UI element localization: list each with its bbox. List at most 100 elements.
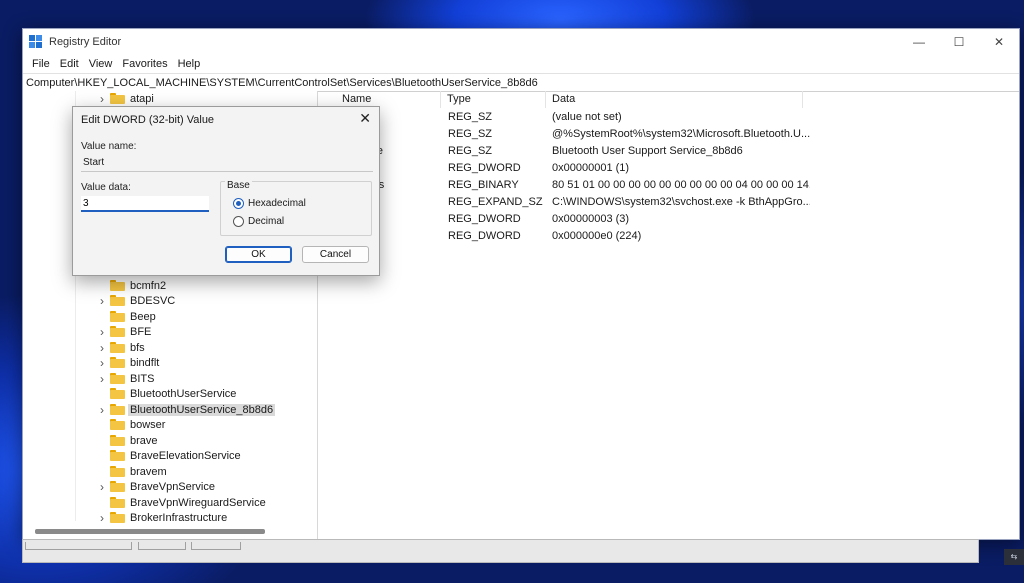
tree-node[interactable]: bowser [23,417,167,432]
ok-button[interactable]: OK [225,246,292,263]
menu-file[interactable]: File [27,58,55,70]
folder-icon [110,450,125,461]
chevron-right-icon[interactable]: › [97,294,107,308]
title-bar[interactable]: Registry Editor — ☐ ✕ [23,29,1019,55]
value-data-label: Value data: [81,182,131,193]
status-segment [25,542,132,550]
value-data-cell: 0x00000003 (3) [552,212,630,225]
tree-node-label: bravem [130,465,167,478]
folder-icon [110,93,125,104]
registry-editor-icon [29,35,43,49]
tree-node[interactable]: Beep [23,309,158,324]
chevron-right-icon[interactable]: › [97,372,107,386]
tree-node[interactable]: › BITS [23,371,156,386]
hexadecimal-radio[interactable]: Hexadecimal [233,198,306,209]
hexadecimal-label: Hexadecimal [248,198,306,209]
tree-node[interactable]: bcmfn2 [23,278,168,293]
tree-node-label: BITS [130,372,155,385]
minimize-button[interactable]: — [899,29,939,55]
chevron-right-icon[interactable]: › [97,92,107,106]
column-type-header[interactable]: Type [441,91,546,108]
chevron-right-icon[interactable]: › [97,403,107,417]
tree-node[interactable]: bravem [23,464,169,479]
maximize-button[interactable]: ☐ [939,29,979,55]
value-data-cell: 80 51 01 00 00 00 00 00 00 00 00 00 04 0… [552,178,810,191]
value-row[interactable]: ayNameREG_SZBluetooth User Support Servi… [336,142,1019,159]
chevron-right-icon[interactable]: › [97,511,107,525]
column-data-header[interactable]: Data [546,91,803,108]
address-bar[interactable]: Computer\HKEY_LOCAL_MACHINE\SYSTEM\Curre… [23,73,1019,92]
value-type-cell: REG_SZ [448,127,493,140]
values-list-pane[interactable]: Name Type Data ult)REG_SZ(value not set)… [336,91,1019,539]
menu-help[interactable]: Help [173,58,206,70]
value-name-label: Value name: [81,141,137,152]
value-data-cell: @%SystemRoot%\system32\Microsoft.Bluetoo… [552,127,810,140]
tree-node[interactable]: BraveVpnWireguardService [23,495,268,510]
radio-selected-icon [233,198,244,209]
value-data-cell: 0x000000e0 (224) [552,229,642,242]
value-row[interactable]: REG_DWORD 0x00000003 (3) [336,210,1019,227]
value-row[interactable]: ult)REG_SZ(value not set) [336,108,1019,125]
tree-node-label: BFE [130,325,152,338]
folder-icon [110,326,125,337]
folder-icon [110,435,125,446]
folder-icon [110,512,125,523]
status-bar [22,539,979,563]
status-segment [138,542,186,550]
tree-node[interactable]: › BrokerInfrastructure [23,510,229,525]
folder-icon [110,466,125,477]
value-row[interactable]: ePathREG_EXPAND_SZC:\WINDOWS\system32\sv… [336,193,1019,210]
chevron-right-icon[interactable]: › [97,356,107,370]
folder-icon [110,497,125,508]
status-segment [191,542,241,550]
taskbar-corner-icon[interactable]: ⇆ [1004,549,1024,565]
chevron-right-icon[interactable]: › [97,325,107,339]
menu-favorites[interactable]: Favorites [117,58,172,70]
value-row[interactable]: riptionREG_SZ@%SystemRoot%\system32\Micr… [336,125,1019,142]
tree-horizontal-scrollbar[interactable] [35,529,265,534]
cancel-button[interactable]: Cancel [302,246,369,263]
value-row[interactable]: ControlREG_DWORD0x00000001 (1) [336,159,1019,176]
list-header: Name Type Data [336,91,1019,108]
tree-node-label: bcmfn2 [130,279,167,292]
value-data-cell: C:\WINDOWS\system32\svchost.exe -k BthAp… [552,195,810,208]
value-data-cell: (value not set) [552,110,622,123]
tree-node[interactable]: › BFE [23,324,153,339]
tree-node-label: BluetoothUserService [130,387,237,400]
tree-node[interactable]: › BDESVC [23,293,177,308]
value-type-cell: REG_EXPAND_SZ [448,195,543,208]
value-data-cell: 0x00000001 (1) [552,161,630,174]
tree-node[interactable]: BluetoothUserService [23,386,238,401]
folder-icon [110,342,125,353]
folder-icon [110,311,125,322]
tree-node[interactable]: › atapi [23,91,156,106]
tree-node[interactable]: › BluetoothUserService_8b8d6 [23,402,276,417]
tree-node[interactable]: BraveElevationService [23,448,243,463]
decimal-label: Decimal [248,216,285,227]
value-type-cell: REG_SZ [448,144,493,157]
tree-node[interactable]: › bindflt [23,355,161,370]
close-button[interactable]: ✕ [979,29,1019,55]
value-type-cell: REG_DWORD [448,161,521,174]
menu-edit[interactable]: Edit [55,58,84,70]
value-row[interactable]: REG_DWORD 0x000000e0 (224) [336,227,1019,244]
tree-node-label: BraveElevationService [130,449,241,462]
menu-view[interactable]: View [84,58,118,70]
folder-icon [110,295,125,306]
chevron-right-icon[interactable]: › [97,341,107,355]
dialog-title: Edit DWORD (32-bit) Value [81,114,215,126]
tree-node[interactable]: › BraveVpnService [23,479,217,494]
tree-node-label: bowser [130,418,166,431]
chevron-right-icon[interactable]: › [97,480,107,494]
value-row[interactable]: eActionsREG_BINARY80 51 01 00 00 00 00 0… [336,176,1019,193]
tree-node-label: BDESVC [130,294,176,307]
dialog-close-icon[interactable]: ✕ [359,110,371,127]
tree-node-label: bindflt [130,356,160,369]
tree-node-label: BraveVpnService [130,480,215,493]
radio-unselected-icon [233,216,244,227]
tree-node-label: BraveVpnWireguardService [130,496,266,509]
tree-node[interactable]: › bfs [23,340,147,355]
tree-node-label: brave [130,434,158,447]
decimal-radio[interactable]: Decimal [233,216,284,227]
tree-node[interactable]: brave [23,433,160,448]
